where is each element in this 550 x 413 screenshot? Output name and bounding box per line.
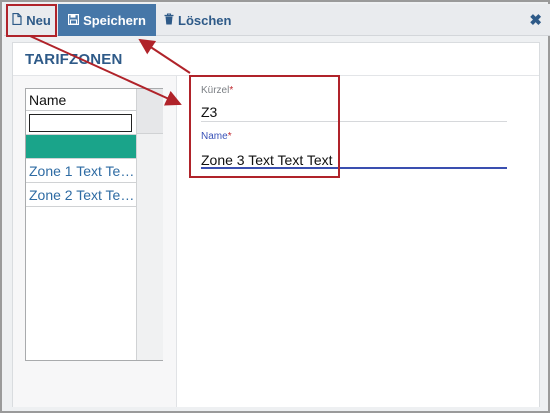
- table-row[interactable]: Zone 1 Text Te…: [26, 159, 136, 183]
- required-mark: *: [229, 85, 234, 96]
- zones-grid: Name Zone 1 Text Te… Zone 2 Text Te…: [25, 88, 163, 361]
- new-button[interactable]: Neu: [6, 4, 57, 37]
- column-header-name[interactable]: Name: [26, 89, 136, 111]
- kuerzel-underline: [201, 121, 507, 122]
- save-button-label: Speichern: [83, 12, 146, 28]
- grid-scrollbar[interactable]: [136, 89, 163, 360]
- close-icon[interactable]: ✖: [529, 4, 542, 36]
- delete-button[interactable]: Löschen: [160, 4, 231, 36]
- kuerzel-label: Kürzel*: [201, 85, 234, 96]
- new-button-label: Neu: [26, 13, 51, 28]
- save-button[interactable]: Speichern: [58, 4, 156, 36]
- page-title: TARIFZONEN: [25, 51, 123, 68]
- filter-row: [26, 111, 136, 135]
- kuerzel-field[interactable]: Z3: [201, 104, 217, 120]
- floppy-disk-icon: [68, 13, 80, 28]
- toolbar: Neu Speichern Löschen ✖: [4, 4, 550, 37]
- row-label: Zone 2 Text Te…: [29, 187, 135, 203]
- table-row[interactable]: [26, 135, 136, 159]
- grid-header-corner: [137, 89, 163, 134]
- required-mark: *: [227, 131, 232, 142]
- delete-button-label: Löschen: [178, 12, 232, 28]
- name-field[interactable]: Zone 3 Text Text Text: [201, 152, 333, 168]
- trash-icon: [164, 12, 174, 28]
- list-pane: Name Zone 1 Text Te… Zone 2 Text Te…: [13, 76, 177, 407]
- file-icon: [12, 12, 22, 28]
- content-panel: TARIFZONEN Name Zone 1 Text Te… Zone 2 T…: [12, 42, 540, 407]
- detail-form: Kürzel* Z3 Name* Zone 3 Text Text Text: [177, 76, 539, 407]
- row-label: Zone 1 Text Te…: [29, 163, 135, 179]
- app-window: Neu Speichern Löschen ✖ TARIFZONEN Name: [0, 0, 550, 413]
- name-label: Name*: [201, 131, 232, 142]
- name-filter-input[interactable]: [29, 114, 132, 132]
- table-row[interactable]: Zone 2 Text Te…: [26, 183, 136, 207]
- name-underline: [201, 167, 507, 169]
